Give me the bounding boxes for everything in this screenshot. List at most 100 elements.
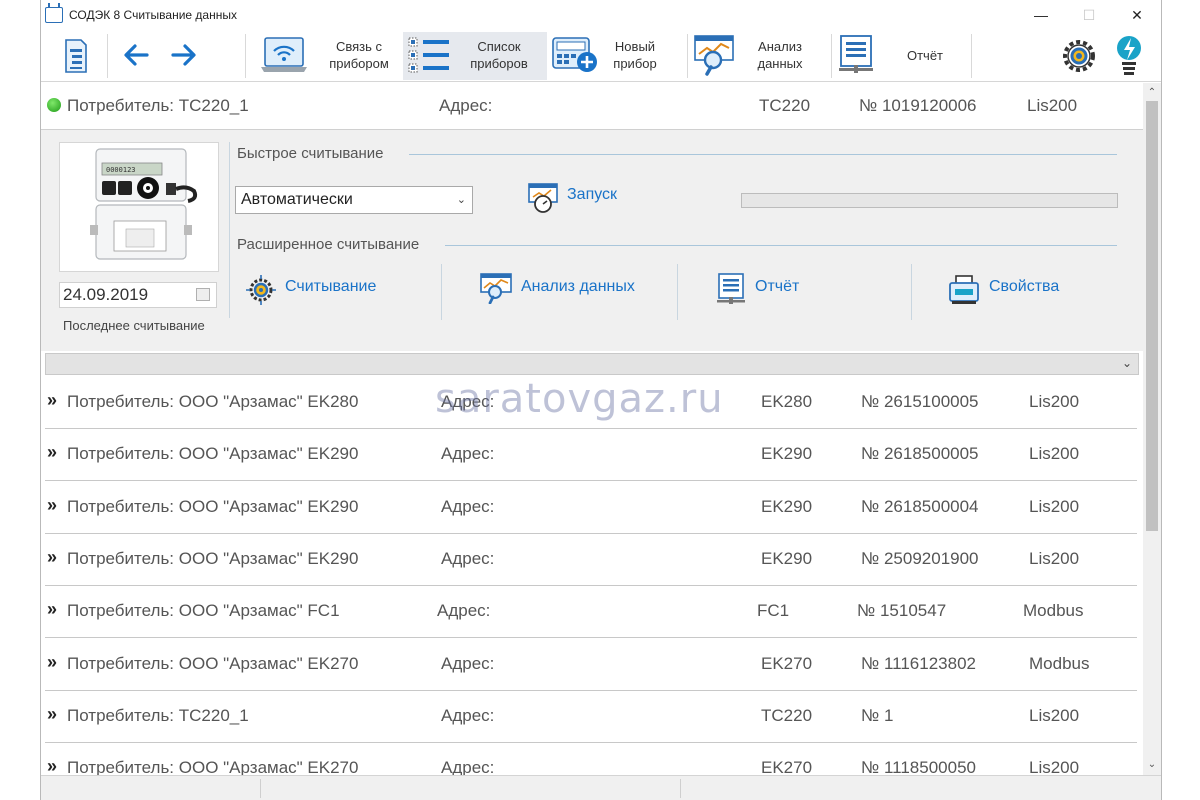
device-protocol: Lis200: [1027, 96, 1078, 115]
report-action-icon-wrap[interactable]: [715, 272, 747, 311]
calendar-icon[interactable]: [196, 288, 210, 301]
device-type: TC220: [759, 96, 811, 115]
app-window: СОДЭК 8 Считывание данных — ☐ ✕ Связь с …: [40, 0, 1162, 800]
data-analysis-label: Анализ данных: [757, 39, 803, 71]
row-protocol: Lis200: [1029, 706, 1080, 725]
new-device-label: Новый прибор: [613, 39, 657, 71]
new-device-button[interactable]: [551, 34, 599, 79]
properties-icon: [949, 275, 979, 304]
quick-read-mode-value: Автоматически: [241, 191, 353, 208]
row-protocol: Lis200: [1029, 444, 1080, 463]
scroll-down-icon[interactable]: ⌄: [1143, 757, 1161, 773]
row-number: № 1118500050: [861, 758, 976, 775]
device-row[interactable]: » Потребитель: ООО "Арзамас" EK290 Адрес…: [45, 482, 1137, 534]
device-row[interactable]: » Потребитель: ТС220_1 Адрес: TC220 № 1 …: [45, 691, 1137, 743]
device-consumer: Потребитель: ТС220_1: [67, 96, 249, 115]
gear-target-icon: [246, 275, 276, 305]
row-protocol: Lis200: [1029, 392, 1080, 411]
device-row[interactable]: » Потребитель: ООО "Арзамас" EK270 Адрес…: [45, 743, 1137, 775]
row-type: EK290: [761, 497, 813, 516]
device-row[interactable]: » Потребитель: ООО "Арзамас" EK270 Адрес…: [45, 639, 1137, 691]
app-icon: [45, 3, 63, 23]
new-device-icon: [552, 37, 597, 72]
title-bar: СОДЭК 8 Считывание данных — ☐ ✕: [41, 0, 1161, 30]
expand-chevron-icon: »: [47, 390, 58, 410]
report-button[interactable]: [837, 34, 877, 81]
row-number: № 1: [861, 706, 894, 725]
arrow-left-icon: [124, 44, 149, 66]
row-consumer: Потребитель: ООО "Арзамас" FC1: [67, 601, 340, 620]
chart-magnifier-icon: [694, 35, 734, 76]
settings-button[interactable]: [1059, 36, 1099, 81]
action-divider: [911, 264, 912, 320]
row-consumer: Потребитель: ТС220_1: [67, 706, 249, 725]
device-row[interactable]: » Потребитель: ООО "Арзамас" FC1 Адрес: …: [45, 586, 1137, 638]
close-button[interactable]: ✕: [1113, 0, 1161, 30]
row-type: EK290: [761, 444, 813, 463]
action-divider: [677, 264, 678, 320]
row-number: № 2618500004: [861, 497, 979, 516]
last-read-date-value: 24.09.2019: [63, 285, 149, 304]
read-action-icon-wrap[interactable]: [245, 274, 277, 311]
last-read-date-field[interactable]: 24.09.2019: [59, 282, 217, 308]
analysis-action-button[interactable]: Анализ данных: [521, 278, 635, 296]
collapse-panel-bar[interactable]: ⌄: [45, 353, 1139, 375]
device-row[interactable]: » Потребитель: ООО "Арзамас" EK290 Адрес…: [45, 429, 1137, 481]
row-address: Адрес:: [441, 706, 495, 725]
report-icon: [839, 35, 873, 73]
tree-list-icon: [65, 39, 87, 73]
row-number: № 2509201900: [861, 549, 979, 568]
minimize-button[interactable]: —: [1017, 0, 1065, 30]
row-protocol: Lis200: [1029, 758, 1080, 775]
back-button[interactable]: [121, 42, 151, 73]
read-progress-bar: [741, 193, 1118, 208]
scrollbar-thumb[interactable]: [1146, 101, 1158, 531]
device-address: Адрес:: [439, 96, 493, 115]
connection-button[interactable]: [261, 36, 309, 79]
row-protocol: Modbus: [1029, 654, 1090, 673]
device-list-label: Список приборов: [470, 39, 528, 71]
device-list-icon-wrap: [407, 36, 453, 79]
row-address: Адрес:: [441, 549, 495, 568]
row-address: Адрес:: [441, 497, 495, 516]
vertical-scrollbar[interactable]: ⌃ ⌄: [1143, 83, 1161, 775]
window-title: СОДЭК 8 Считывание данных: [69, 8, 237, 22]
arrow-right-icon: [171, 44, 196, 66]
quick-read-divider: [409, 154, 1117, 155]
device-list: Потребитель: ТС220_1 Адрес: TC220 № 1019…: [41, 83, 1143, 775]
expanded-device-header[interactable]: Потребитель: ТС220_1 Адрес: TC220 № 1019…: [41, 83, 1143, 130]
scroll-up-icon[interactable]: ⌃: [1143, 85, 1161, 101]
menu-tree-button[interactable]: [63, 38, 89, 79]
report-icon: [717, 273, 745, 304]
action-divider: [441, 264, 442, 320]
hint-button[interactable]: [1115, 34, 1143, 81]
start-button[interactable]: Запуск: [567, 186, 617, 204]
forward-button[interactable]: [169, 42, 199, 73]
svg-text:0000123: 0000123: [106, 166, 136, 174]
status-bar: [41, 775, 1161, 800]
maximize-button[interactable]: ☐: [1065, 0, 1113, 30]
quick-read-mode-select[interactable]: Автоматически ⌄: [235, 186, 473, 214]
chevron-down-icon: ⌄: [1121, 356, 1132, 370]
row-consumer: Потребитель: ООО "Арзамас" EK270: [67, 758, 359, 775]
status-cell: [41, 779, 261, 798]
device-row[interactable]: » Потребитель: ООО "Арзамас" EK280 Адрес…: [45, 377, 1137, 429]
row-type: TC220: [761, 706, 813, 725]
read-action-button[interactable]: Считывание: [285, 278, 376, 296]
row-address: Адрес:: [437, 601, 491, 620]
report-action-button[interactable]: Отчёт: [755, 278, 799, 296]
row-type: FC1: [757, 601, 790, 620]
list-icon: [408, 37, 449, 73]
data-analysis-button[interactable]: [693, 34, 737, 81]
analysis-action-icon-wrap[interactable]: [479, 272, 513, 309]
row-type: EK270: [761, 654, 813, 673]
properties-action-button[interactable]: Свойства: [989, 278, 1059, 296]
device-row[interactable]: » Потребитель: ООО "Арзамас" EK290 Адрес…: [45, 534, 1137, 586]
row-number: № 1510547: [857, 601, 947, 620]
lightbulb-bolt-icon: [1117, 36, 1141, 75]
properties-action-icon-wrap[interactable]: [947, 274, 983, 311]
laptop-wifi-icon: [261, 37, 307, 72]
start-icon-wrap[interactable]: [527, 182, 561, 219]
row-protocol: Lis200: [1029, 549, 1080, 568]
expand-chevron-icon: »: [47, 599, 58, 619]
